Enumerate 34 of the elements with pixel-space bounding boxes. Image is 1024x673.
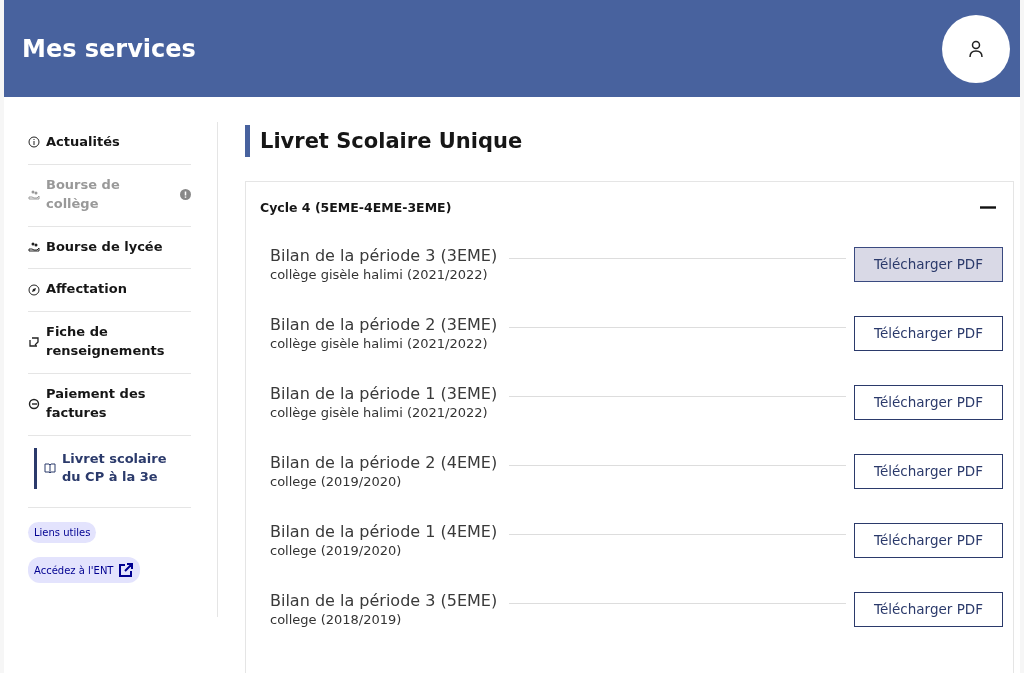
school-year: collège gisèle halimi (2021/2022) <box>270 405 489 420</box>
link-tag[interactable]: Accédez à l'ENT <box>28 557 141 584</box>
report-title: Bilan de la période 3 (5EME) <box>270 591 498 610</box>
school-year: collège gisèle halimi (2021/2022) <box>270 267 489 282</box>
report-title: Bilan de la période 2 (4EME) <box>270 453 498 472</box>
accordion-header[interactable]: Cycle 4 (5EME-4EME-3EME) <box>246 182 1013 233</box>
download-button[interactable]: Télécharger PDF <box>854 384 1003 420</box>
page-title: Mes services <box>22 34 196 63</box>
download-button[interactable]: Télécharger PDF <box>854 315 1003 351</box>
sidebar-item[interactable]: Bourse de lycée <box>28 226 191 270</box>
sidebar-item[interactable]: Actualités <box>28 122 191 165</box>
sidebar-item[interactable]: Fiche de renseignements <box>28 312 191 374</box>
sidebar-item[interactable]: Livret scolaire du CP à la 3e <box>28 435 191 509</box>
info-icon <box>28 136 40 149</box>
report-title: Bilan de la période 1 (3EME) <box>270 384 498 403</box>
school-year: college (2019/2020) <box>270 543 403 558</box>
report-title: Bilan de la période 2 (3EME) <box>270 315 498 334</box>
sidebar-item[interactable]: Affectation <box>28 269 191 313</box>
download-button[interactable]: Télécharger PDF <box>854 246 1003 282</box>
compass-icon <box>28 283 40 296</box>
book-icon <box>44 462 56 475</box>
download-button[interactable]: Télécharger PDF <box>854 591 1003 627</box>
edit-icon <box>28 336 40 349</box>
school-year: collège gisèle halimi (2021/2022) <box>270 336 489 351</box>
sidebar-item[interactable]: Paiement des factures <box>28 373 191 436</box>
download-button[interactable]: Télécharger PDF <box>854 453 1003 489</box>
download-button[interactable]: Télécharger PDF <box>854 522 1003 558</box>
link-tag[interactable]: Liens utiles <box>28 522 97 544</box>
user-icon <box>968 39 984 58</box>
section-heading: Livret Scolaire Unique <box>245 125 1014 157</box>
school-year: college (2019/2020) <box>270 474 403 489</box>
report-title: Bilan de la période 3 (3EME) <box>270 246 498 265</box>
school-year: college (2018/2019) <box>270 612 403 627</box>
report-title: Bilan de la période 1 (4EME) <box>270 522 498 541</box>
